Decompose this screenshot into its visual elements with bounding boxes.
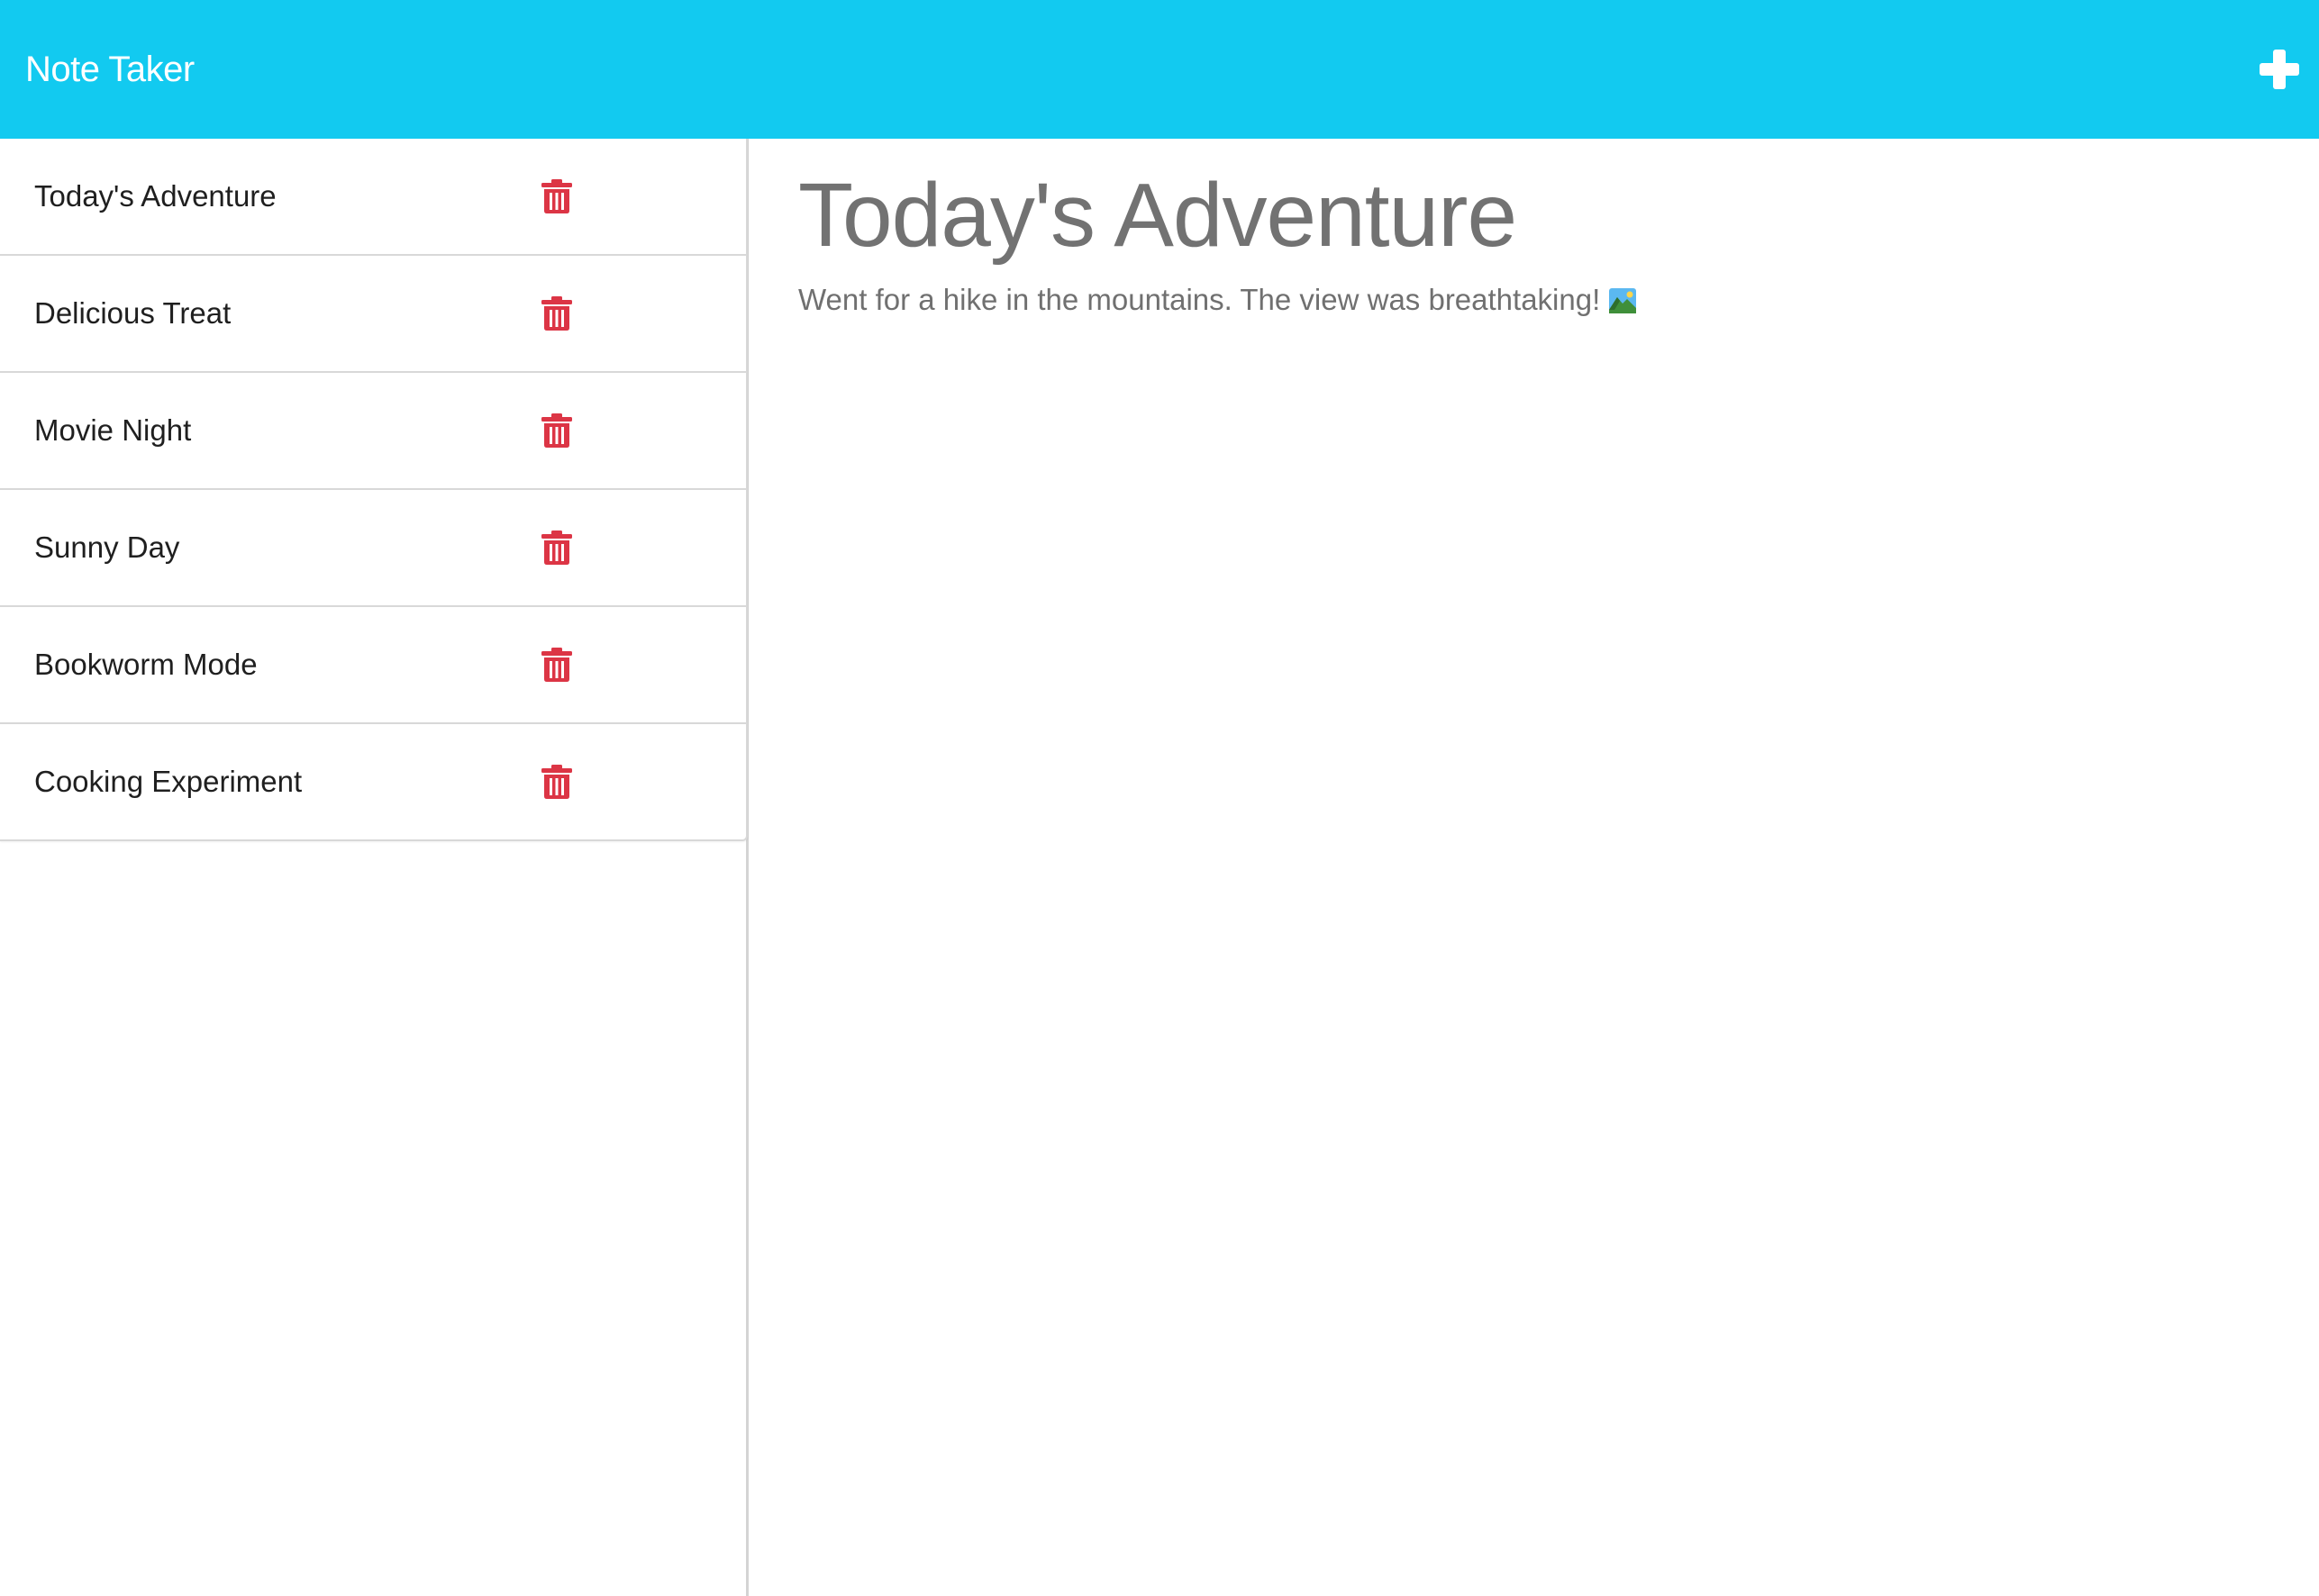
navbar: Note Taker	[0, 0, 2319, 139]
trash-icon	[541, 179, 572, 213]
note-title[interactable]: Movie Night	[34, 373, 191, 488]
landscape-icon	[1609, 283, 1637, 313]
list-item[interactable]: Sunny Day	[0, 488, 746, 605]
note-text-field[interactable]: Went for a hike in the mountains. The vi…	[798, 279, 2240, 321]
delete-note-button[interactable]	[541, 530, 573, 566]
delete-note-button[interactable]	[541, 413, 573, 449]
delete-note-button[interactable]	[541, 647, 573, 683]
trash-icon	[541, 413, 572, 448]
new-note-button[interactable]	[2252, 42, 2306, 96]
app-title[interactable]: Note Taker	[25, 0, 195, 139]
delete-note-button[interactable]	[541, 764, 573, 800]
list-item[interactable]: Bookworm Mode	[0, 605, 746, 722]
note-title[interactable]: Bookworm Mode	[34, 607, 258, 722]
trash-icon	[541, 530, 572, 565]
list-item[interactable]: Today's Adventure	[0, 139, 746, 254]
list-item[interactable]: Delicious Treat	[0, 254, 746, 371]
list-item[interactable]: Movie Night	[0, 371, 746, 488]
note-title[interactable]: Today's Adventure	[34, 139, 277, 254]
list-item[interactable]: Cooking Experiment	[0, 722, 746, 839]
sidebar: Today's Adventure Delicious Treat Movie …	[0, 139, 749, 1596]
note-title-field[interactable]: Today's Adventure	[798, 157, 2240, 274]
note-title[interactable]: Cooking Experiment	[34, 724, 302, 839]
trash-icon	[541, 765, 572, 799]
trash-icon	[541, 648, 572, 682]
trash-icon	[541, 296, 572, 331]
note-title[interactable]: Sunny Day	[34, 490, 179, 605]
delete-note-button[interactable]	[541, 178, 573, 214]
note-list: Today's Adventure Delicious Treat Movie …	[0, 139, 748, 841]
note-editor: Today's Adventure Went for a hike in the…	[751, 139, 2319, 1596]
note-text: Went for a hike in the mountains. The vi…	[798, 283, 1601, 316]
delete-note-button[interactable]	[541, 295, 573, 331]
plus-icon	[2260, 50, 2299, 89]
note-title[interactable]: Delicious Treat	[34, 256, 231, 371]
